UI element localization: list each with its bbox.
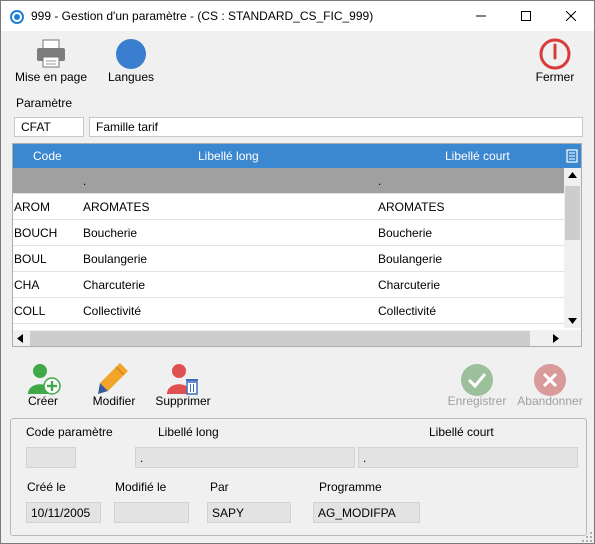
modify-button[interactable]: Modifier: [87, 361, 141, 409]
scroll-up-icon[interactable]: [568, 172, 577, 178]
code-parameter-label: Code paramètre: [26, 425, 113, 439]
parameter-section-label: Paramètre: [16, 96, 73, 110]
cancel-button[interactable]: Abandonner: [514, 361, 586, 409]
add-user-icon: [28, 364, 61, 395]
cell-short: Collectivité: [378, 304, 437, 318]
vertical-scrollbar[interactable]: [564, 168, 581, 328]
close-label: Fermer: [535, 70, 575, 84]
modified-label: Modifié le: [115, 480, 167, 494]
cell-short: Boucherie: [378, 226, 433, 240]
column-chooser-icon[interactable]: [566, 149, 578, 163]
printer-icon: [37, 39, 65, 68]
close-button[interactable]: Fermer: [527, 37, 583, 87]
cell-short: .: [378, 174, 382, 188]
cell-long: Boucherie: [83, 226, 138, 240]
table-row[interactable]: BOUL Boulangerie Boulangerie: [13, 246, 564, 272]
parameter-code-field: CFAT: [14, 117, 84, 137]
cell-short: AROMATES: [378, 200, 445, 214]
close-icon: [565, 11, 576, 21]
cell-short: Charcuterie: [378, 278, 441, 292]
create-button[interactable]: Créer: [18, 361, 68, 409]
long-label-label: Libellé long: [158, 425, 219, 439]
table-row[interactable]: AROM AROMATES AROMATES: [13, 194, 564, 220]
created-date-field: 10/11/2005: [26, 502, 101, 523]
page-setup-label: Mise en page: [14, 70, 88, 84]
column-header-long[interactable]: Libellé long: [198, 149, 259, 163]
code-parameter-field[interactable]: [26, 447, 76, 468]
cell-long: Charcuterie: [83, 278, 146, 292]
app-icon: [10, 10, 24, 24]
parameter-name-field: Famille tarif: [89, 117, 583, 137]
scroll-right-icon[interactable]: [553, 334, 559, 343]
create-label: Créer: [27, 394, 58, 408]
by-label: Par: [210, 480, 229, 494]
cell-code: COLL: [14, 304, 46, 318]
maximize-button[interactable]: [503, 1, 548, 31]
table-row[interactable]: COLL Collectivité Collectivité: [13, 298, 564, 324]
parameter-window: 999 - Gestion d'un paramètre - (CS : STA…: [0, 0, 595, 544]
cell-long: AROMATES: [83, 200, 150, 214]
globe-icon: [116, 39, 146, 69]
horizontal-scroll-thumb[interactable]: [30, 331, 530, 346]
column-header-short[interactable]: Libellé court: [445, 149, 510, 163]
long-label-field[interactable]: .: [135, 447, 355, 468]
delete-label: Supprimer: [155, 394, 211, 408]
pencil-icon: [98, 363, 128, 394]
short-label-field[interactable]: .: [358, 447, 578, 468]
scroll-left-icon[interactable]: [17, 334, 23, 343]
modified-date-field: [114, 502, 189, 523]
checkmark-icon: [461, 364, 493, 396]
program-label: Programme: [319, 480, 382, 494]
column-header-code[interactable]: Code: [33, 149, 62, 163]
languages-label: Langues: [107, 70, 155, 84]
languages-button[interactable]: Langues: [99, 37, 163, 87]
cell-long: .: [83, 174, 87, 188]
cell-short: Boulangerie: [378, 252, 443, 266]
short-label-label: Libellé court: [429, 425, 494, 439]
program-field: AG_MODIFPA: [313, 502, 420, 523]
table-row-selected[interactable]: . .: [13, 168, 564, 194]
delete-user-icon: [167, 364, 198, 395]
cell-code: AROM: [14, 200, 50, 214]
minimize-icon: [475, 15, 486, 17]
page-setup-button[interactable]: Mise en page: [9, 37, 93, 87]
cell-long: Collectivité: [83, 304, 142, 318]
table-row[interactable]: BOUCH Boucherie Boucherie: [13, 220, 564, 246]
title-bar: 999 - Gestion d'un paramètre - (CS : STA…: [1, 1, 594, 31]
horizontal-scrollbar[interactable]: [13, 330, 581, 346]
cell-code: BOUL: [14, 252, 47, 266]
created-label: Créé le: [27, 480, 66, 494]
save-label: Enregistrer: [447, 394, 507, 408]
cell-code: CHA: [14, 278, 40, 292]
minimize-button[interactable]: [458, 1, 503, 31]
cell-code: BOUCH: [14, 226, 58, 240]
power-icon: [539, 38, 571, 70]
table-row[interactable]: CHA Charcuterie Charcuterie: [13, 272, 564, 298]
scroll-down-icon[interactable]: [568, 318, 577, 324]
vertical-scroll-thumb[interactable]: [565, 186, 580, 240]
resize-grip-icon[interactable]: [581, 531, 593, 543]
maximize-icon: [520, 11, 531, 21]
by-field: SAPY: [207, 502, 291, 523]
cancel-icon: [534, 364, 566, 396]
grid-header: Code Libellé long Libellé court: [13, 144, 581, 168]
save-button[interactable]: Enregistrer: [442, 361, 512, 409]
delete-button[interactable]: Supprimer: [151, 361, 215, 409]
close-window-button[interactable]: [548, 1, 593, 31]
modify-label: Modifier: [92, 394, 136, 408]
cancel-label: Abandonner: [517, 394, 583, 408]
window-title: 999 - Gestion d'un paramètre - (CS : STA…: [31, 9, 374, 23]
parameters-grid: Code Libellé long Libellé court . . AROM…: [12, 143, 582, 347]
cell-long: Boulangerie: [83, 252, 148, 266]
